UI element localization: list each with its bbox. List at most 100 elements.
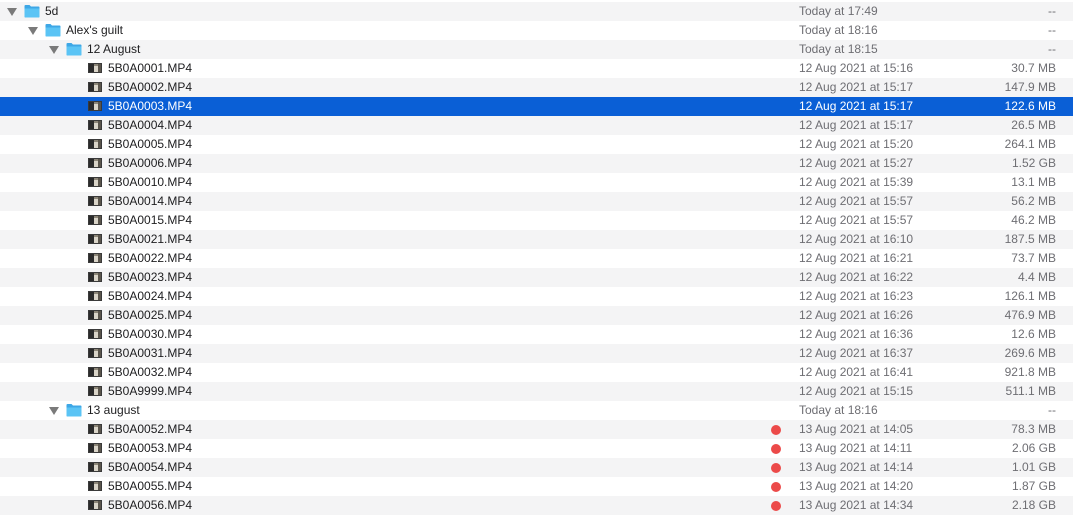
item-name: 5B0A0003.MP4 [108,99,193,113]
file-size: 56.2 MB [1011,194,1056,208]
video-thumbnail-icon [88,253,102,263]
date-modified: 12 Aug 2021 at 16:26 [799,308,914,322]
item-name: 5B0A0015.MP4 [108,213,193,227]
item-name: 5B0A0014.MP4 [108,194,193,208]
file-row[interactable]: 5B0A0004.MP4 12 Aug 2021 at 15:17 26.5 MB [0,116,1073,135]
file-row[interactable]: 5B0A0010.MP4 12 Aug 2021 at 15:39 13.1 MB [0,173,1073,192]
video-thumbnail-icon [88,500,102,510]
folder-icon [66,403,82,417]
file-row[interactable]: 5B0A0055.MP4 13 Aug 2021 at 14:20 1.87 GB [0,477,1073,496]
file-row[interactable]: 5B0A0003.MP4 12 Aug 2021 at 15:17 122.6 MB [0,97,1073,116]
date-modified: 12 Aug 2021 at 15:57 [799,213,914,227]
date-modified: 13 Aug 2021 at 14:14 [799,460,914,474]
item-name: 5B0A0005.MP4 [108,137,193,151]
file-row[interactable]: 5B0A0032.MP4 12 Aug 2021 at 16:41 921.8 MB [0,363,1073,382]
file-row[interactable]: 5B0A0021.MP4 12 Aug 2021 at 16:10 187.5 MB [0,230,1073,249]
file-row[interactable]: 5B0A9999.MP4 12 Aug 2021 at 15:15 511.1 MB [0,382,1073,401]
date-modified: 12 Aug 2021 at 16:23 [799,289,914,303]
file-row[interactable]: 5B0A0022.MP4 12 Aug 2021 at 16:21 73.7 MB [0,249,1073,268]
video-thumbnail-icon [88,329,102,339]
item-name: 5B0A0053.MP4 [108,441,193,455]
folder-row[interactable]: 12 August Today at 18:15 -- [0,40,1073,59]
date-modified: Today at 18:16 [799,403,878,417]
folder-icon [66,42,82,56]
date-modified: 12 Aug 2021 at 16:37 [799,346,914,360]
date-modified: 12 Aug 2021 at 16:22 [799,270,914,284]
file-size: 1.52 GB [1011,156,1056,170]
file-row[interactable]: 5B0A0030.MP4 12 Aug 2021 at 16:36 12.6 MB [0,325,1073,344]
date-modified: 12 Aug 2021 at 16:10 [799,232,914,246]
video-thumbnail-icon [88,82,102,92]
date-modified: Today at 17:49 [799,4,878,18]
file-size: -- [1048,23,1056,37]
item-name: Alex's guilt [66,23,123,37]
folder-row[interactable]: 5d Today at 17:49 -- [0,2,1073,21]
file-size: 12.6 MB [1011,327,1056,341]
video-thumbnail-icon [88,367,102,377]
video-thumbnail-icon [88,291,102,301]
date-modified: 12 Aug 2021 at 15:17 [799,80,914,94]
date-modified: 12 Aug 2021 at 15:39 [799,175,914,189]
file-size: 78.3 MB [1011,422,1056,436]
file-size: 2.18 GB [1011,498,1056,512]
video-thumbnail-icon [88,443,102,453]
file-row[interactable]: 5B0A0015.MP4 12 Aug 2021 at 15:57 46.2 MB [0,211,1073,230]
red-tag-icon [771,463,781,473]
date-modified: 12 Aug 2021 at 15:27 [799,156,914,170]
finder-list-view[interactable]: 5d Today at 17:49 -- Alex's guilt Today at 1… [0,2,1073,515]
file-row[interactable]: 5B0A0054.MP4 13 Aug 2021 at 14:14 1.01 GB [0,458,1073,477]
file-size: 476.9 MB [1004,308,1056,322]
file-size: 511.1 MB [1005,384,1056,398]
red-tag-icon [771,425,781,435]
file-size: -- [1048,42,1056,56]
item-name: 5B0A0010.MP4 [108,175,193,189]
item-name: 5B0A0001.MP4 [108,61,193,75]
file-row[interactable]: 5B0A0002.MP4 12 Aug 2021 at 15:17 147.9 MB [0,78,1073,97]
item-name: 5B0A0024.MP4 [108,289,193,303]
file-row[interactable]: 5B0A0001.MP4 12 Aug 2021 at 15:16 30.7 MB [0,59,1073,78]
file-row[interactable]: 5B0A0052.MP4 13 Aug 2021 at 14:05 78.3 MB [0,420,1073,439]
date-modified: 12 Aug 2021 at 15:16 [799,61,914,75]
file-size: 46.2 MB [1011,213,1056,227]
date-modified: 12 Aug 2021 at 15:17 [799,118,914,132]
item-name: 5B0A0032.MP4 [108,365,193,379]
folder-row[interactable]: 13 august Today at 18:16 -- [0,401,1073,420]
file-size: 126.1 MB [1004,289,1056,303]
red-tag-icon [771,444,781,454]
file-row[interactable]: 5B0A0031.MP4 12 Aug 2021 at 16:37 269.6 MB [0,344,1073,363]
file-row[interactable]: 5B0A0005.MP4 12 Aug 2021 at 15:20 264.1 MB [0,135,1073,154]
video-thumbnail-icon [88,139,102,149]
folder-row[interactable]: Alex's guilt Today at 18:16 -- [0,21,1073,40]
date-modified: Today at 18:16 [799,23,878,37]
disclosure-triangle-icon[interactable] [48,40,60,59]
date-modified: Today at 18:15 [799,42,878,56]
video-thumbnail-icon [88,272,102,282]
file-row[interactable]: 5B0A0023.MP4 12 Aug 2021 at 16:22 4.4 MB [0,268,1073,287]
folder-icon [24,4,40,18]
item-name: 5B0A0030.MP4 [108,327,193,341]
item-name: 5B0A0006.MP4 [108,156,193,170]
file-row[interactable]: 5B0A0006.MP4 12 Aug 2021 at 15:27 1.52 GB [0,154,1073,173]
file-row[interactable]: 5B0A0025.MP4 12 Aug 2021 at 16:26 476.9 MB [0,306,1073,325]
red-tag-icon [771,482,781,492]
video-thumbnail-icon [88,196,102,206]
file-row[interactable]: 5B0A0053.MP4 13 Aug 2021 at 14:11 2.06 GB [0,439,1073,458]
video-thumbnail-icon [88,177,102,187]
file-size: 2.06 GB [1011,441,1056,455]
item-name: 13 august [87,403,140,417]
item-name: 5B0A0025.MP4 [108,308,193,322]
file-size: 26.5 MB [1011,118,1056,132]
file-row[interactable]: 5B0A0014.MP4 12 Aug 2021 at 15:57 56.2 MB [0,192,1073,211]
red-tag-icon [771,501,781,511]
video-thumbnail-icon [88,158,102,168]
item-name: 5B0A9999.MP4 [108,384,193,398]
video-thumbnail-icon [88,310,102,320]
disclosure-triangle-icon[interactable] [6,2,18,21]
disclosure-triangle-icon[interactable] [27,21,39,40]
disclosure-triangle-icon[interactable] [48,401,60,420]
file-row[interactable]: 5B0A0024.MP4 12 Aug 2021 at 16:23 126.1 MB [0,287,1073,306]
file-row[interactable]: 5B0A0056.MP4 13 Aug 2021 at 14:34 2.18 GB [0,496,1073,515]
item-name: 5d [45,4,59,18]
file-size: 30.7 MB [1011,61,1056,75]
item-name: 5B0A0023.MP4 [108,270,193,284]
